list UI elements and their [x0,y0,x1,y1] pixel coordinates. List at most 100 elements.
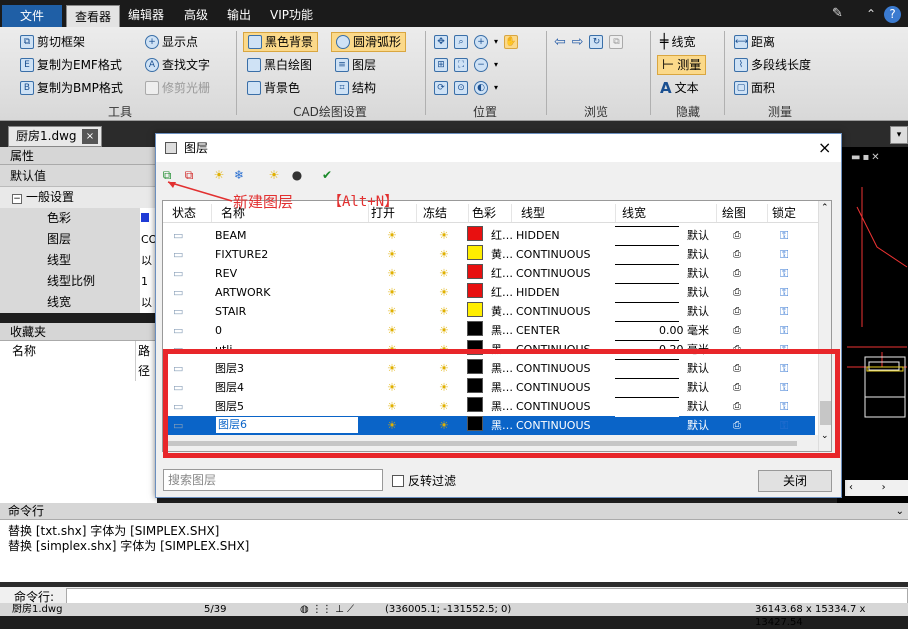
layer-lock-icon[interactable]: ⚿ [780,340,788,359]
property-row[interactable]: 线型以 [0,250,157,271]
layer-status-icon[interactable]: ▭ [173,397,183,416]
layer-name[interactable]: BEAM [215,226,359,245]
layer-freeze-icon[interactable]: ☀ [439,283,449,302]
menu-viewer[interactable]: 查看器 [66,5,121,27]
layer-plot-icon[interactable]: ⎙ [733,416,741,435]
bulb-icon[interactable]: ☀ [266,167,282,183]
structure-button[interactable]: ⌗ 结构 [335,78,376,98]
zoom-window-icon[interactable]: ⌕ [454,35,468,49]
layer-color-swatch[interactable] [467,245,483,260]
edit-icon[interactable]: ✎ [832,6,848,22]
menu-vip[interactable]: VIP功能 [262,4,321,26]
layer-row[interactable]: ▭ 图层3 ☀ ☀ 黑… CONTINUOUS 默认 ⎙ ⚿ [163,359,815,378]
layer-linetype[interactable]: CONTINUOUS [516,378,611,397]
layer-plot-icon[interactable]: ⎙ [733,340,741,359]
layer-freeze-icon[interactable]: ☀ [439,302,449,321]
regen-icon[interactable]: ⟳ [434,81,448,95]
layer-name[interactable]: utli [215,340,359,359]
layer-row[interactable]: ▭ 图层5 ☀ ☀ 黑… CONTINUOUS 默认 ⎙ ⚿ [163,397,815,416]
layer-linetype[interactable]: CONTINUOUS [516,340,611,359]
layer-status-icon[interactable]: ▭ [173,264,183,283]
col-color[interactable]: 色彩 [472,204,512,222]
layer-row[interactable]: ▭ STAIR ☀ ☀ 黄… CONTINUOUS 默认 ⎙ ⚿ [163,302,815,321]
layer-linetype[interactable]: CONTINUOUS [516,416,611,435]
bw-drawing-button[interactable]: 黑白绘图 [247,55,312,75]
layer-lock-icon[interactable]: ⚿ [780,302,788,321]
area-button[interactable]: ▢ 面积 [734,78,775,98]
layer-name[interactable]: FIXTURE2 [215,245,359,264]
layer-row[interactable]: ▭ ARTWORK ☀ ☀ 红… HIDDEN 默认 ⎙ ⚿ [163,283,815,302]
open-icon[interactable]: ↻ [589,35,604,49]
distance-button[interactable]: ⟷ 距离 [734,32,775,52]
window-controls[interactable]: ▬▪✕ [851,152,882,163]
layer-color-swatch[interactable] [467,226,483,241]
recent-icon[interactable]: ⧉ [609,35,624,49]
layer-name[interactable]: 0 [215,321,359,340]
layer-lock-icon[interactable]: ⚿ [780,416,788,435]
layer-color-swatch[interactable] [467,283,483,298]
menu-output[interactable]: 输出 [219,4,259,26]
col-linetype[interactable]: 线型 [521,204,616,222]
layer-linetype[interactable]: CONTINUOUS [516,264,611,283]
layer-name[interactable]: 图层4 [215,378,359,397]
zoom-in-icon[interactable]: + [474,35,488,49]
show-points-button[interactable]: + 显示点 [145,32,198,52]
layer-color-swatch[interactable] [467,264,483,279]
layer-row[interactable]: ▭ 图层6 ☀ ☀ 黑… CONTINUOUS 默认 ⎙ ⚿ [163,416,815,435]
layer-color-swatch[interactable] [467,321,483,336]
layer-freeze-icon[interactable]: ☀ [439,245,449,264]
command-collapse-icon[interactable]: ⌄ [896,503,904,520]
property-row[interactable]: 色彩 [0,208,157,229]
layer-row[interactable]: ▭ utli ☀ ☀ 黑… CONTINUOUS 0.20 毫米 ⎙ ⚿ [163,340,815,359]
col-plot[interactable]: 绘图 [722,204,768,222]
layer-on-icon[interactable]: ☀ [387,416,397,435]
layer-row[interactable]: ▭ 图层4 ☀ ☀ 黑… CONTINUOUS 默认 ⎙ ⚿ [163,378,815,397]
col-lineweight[interactable]: 线宽 [622,204,717,222]
layer-status-icon[interactable]: ▭ [173,283,183,302]
dropdown-icon[interactable]: ▾ [494,78,498,98]
zoom-out-icon[interactable]: − [474,58,488,72]
layer-lineweight[interactable]: 默认 [643,302,709,321]
pan-icon[interactable]: ✥ [434,35,448,49]
layer-lock-icon[interactable]: ⚿ [780,264,788,283]
layer-status-icon[interactable]: ▭ [173,302,183,321]
layer-plot-icon[interactable]: ⎙ [733,245,741,264]
layer-plot-icon[interactable]: ⎙ [733,321,741,340]
properties-default-dropdown[interactable]: 默认值 [0,165,157,187]
close-button[interactable]: 关闭 [758,470,832,492]
status-icons[interactable]: ◍ ⋮⋮ ⊥ ⟋ [300,603,354,616]
layer-plot-icon[interactable]: ⎙ [733,264,741,283]
layer-color-swatch[interactable] [467,340,483,355]
arrow-right-icon[interactable]: ⇨ [572,32,584,52]
layer-lock-icon[interactable]: ⚿ [780,397,788,416]
search-layer-input[interactable]: 搜索图层 [163,469,383,491]
layers-button[interactable]: ≡ 图层 [335,55,376,75]
layer-color-swatch[interactable] [467,397,483,412]
layer-color-swatch[interactable] [467,378,483,393]
tab-list-icon[interactable]: ▾ [890,126,908,144]
smooth-arc-button[interactable]: 圆滑弧形 [331,32,407,52]
layer-linetype[interactable]: CONTINUOUS [516,245,611,264]
layer-plot-icon[interactable]: ⎙ [733,283,741,302]
layer-freeze-icon[interactable]: ☀ [439,226,449,245]
layer-on-icon[interactable]: ☀ [387,321,397,340]
layer-lock-icon[interactable]: ⚿ [780,226,788,245]
layer-freeze-icon[interactable]: ☀ [439,416,449,435]
layer-freeze-icon[interactable]: ☀ [439,340,449,359]
layer-lock-icon[interactable]: ⚿ [780,245,788,264]
layer-on-icon[interactable]: ☀ [387,264,397,283]
layer-on-icon[interactable]: ☀ [387,283,397,302]
layer-lineweight[interactable]: 默认 [643,245,709,264]
invert-filter-checkbox[interactable]: 反转过滤 [392,472,456,489]
layer-lineweight[interactable]: 默认 [643,359,709,378]
layer-plot-icon[interactable]: ⎙ [733,378,741,397]
black-background-button[interactable]: 黑色背景 [243,32,319,52]
document-tab[interactable]: 厨房1.dwg × [8,126,102,147]
layer-lineweight[interactable]: 默认 [643,226,709,245]
layer-freeze-icon[interactable]: ☀ [439,359,449,378]
layer-table-vscroll[interactable]: ⌃ ⌄ [818,201,831,451]
layer-table-hscroll[interactable] [163,435,818,451]
layer-on-icon[interactable]: ☀ [387,397,397,416]
layer-on-icon[interactable]: ☀ [387,378,397,397]
layer-lock-icon[interactable]: ⚿ [780,283,788,302]
